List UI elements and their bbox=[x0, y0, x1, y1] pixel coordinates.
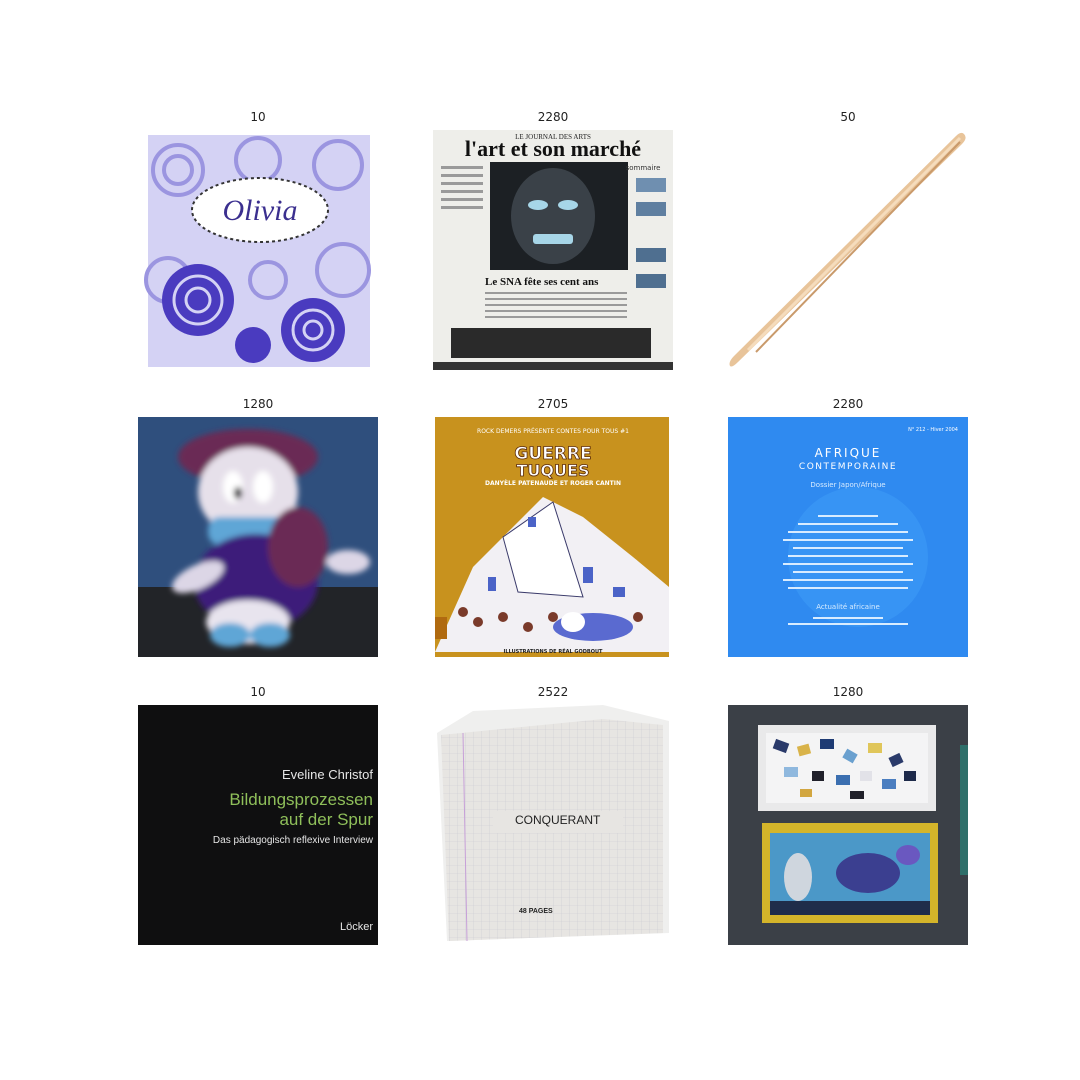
cell-title: 2522 bbox=[537, 685, 569, 699]
book-title-2: auf der Spur bbox=[279, 810, 373, 829]
olivia-cover-text: Olivia bbox=[223, 194, 298, 227]
cell-title: 1280 bbox=[242, 397, 274, 411]
cell-title: 1280 bbox=[832, 685, 864, 699]
journal-section: Actualité africaine bbox=[816, 603, 880, 611]
cell-title: 2280 bbox=[832, 397, 864, 411]
comic-authors: DANYÈLE PATENAUDE ET ROGER CANTIN bbox=[485, 479, 621, 487]
book-title-1: Bildungsprozessen bbox=[229, 790, 373, 809]
plush-duck-toy-image bbox=[138, 417, 378, 657]
grid-notebook-image: CONQUERANT 48 PAGES bbox=[433, 705, 673, 945]
grid-cell-9: 1280 bbox=[728, 685, 968, 945]
book-publisher: Löcker bbox=[340, 921, 373, 933]
notebook-pages: 48 PAGES bbox=[519, 908, 553, 915]
grid-cell-6: 2280 N° 212 - Hiver 2004 AFRIQUE CONTEMP… bbox=[728, 397, 968, 657]
grid-cell-2: 2280 LE JOURNAL DES ARTS l'art et son ma… bbox=[433, 110, 673, 370]
grid-cell-7: 10 Eveline Christof Bildungsprozessen au… bbox=[138, 685, 378, 945]
journal-issue: N° 212 - Hiver 2004 bbox=[908, 427, 958, 433]
comic-top-line: ROCK DEMERS PRÉSENTE CONTES POUR TOUS #1 bbox=[477, 427, 629, 435]
cell-title: 2705 bbox=[537, 397, 569, 411]
journal-subtitle: Dossier Japon/Afrique bbox=[810, 481, 885, 489]
masthead: l'art et son marché bbox=[465, 136, 641, 161]
cell-title: 2280 bbox=[537, 110, 569, 124]
grid-cell-4: 1280 bbox=[138, 397, 378, 657]
grid-cell-5: 2705 ROCK DEMERS PRÉSENTE CONTES POUR TO… bbox=[433, 397, 673, 657]
comic-title-line2: TUQUES bbox=[517, 461, 590, 480]
jigsaw-puzzle-box-image bbox=[728, 705, 968, 945]
comic-illustrator: ILLUSTRATIONS DE RÉAL GODBOUT bbox=[504, 647, 604, 655]
cell-title: 50 bbox=[840, 110, 856, 124]
journal-title-1: AFRIQUE bbox=[815, 446, 882, 460]
grid-cell-1: 10 Olivia bbox=[138, 110, 378, 370]
comic-book-cover-image: ROCK DEMERS PRÉSENTE CONTES POUR TOUS #1… bbox=[433, 417, 673, 657]
grid-cell-3: 50 bbox=[728, 110, 968, 370]
wooden-stylus-image bbox=[728, 130, 968, 370]
book-cover-black-image: Eveline Christof Bildungsprozessen auf d… bbox=[138, 705, 378, 945]
grid-cell-8: 2522 CONQUERANT 48 PAGES bbox=[433, 685, 673, 945]
notebook-brand: CONQUERANT bbox=[515, 813, 601, 827]
headline: Le SNA fête ses cent ans bbox=[485, 276, 599, 288]
newspaper-front-page-image: LE JOURNAL DES ARTS l'art et son marché … bbox=[433, 130, 673, 370]
book-author: Eveline Christof bbox=[282, 767, 373, 782]
olivia-floral-notebook-image: Olivia bbox=[138, 130, 378, 370]
cell-title: 10 bbox=[250, 685, 266, 699]
sidebar-heading: sommaire bbox=[626, 164, 661, 172]
journal-title-2: CONTEMPORAINE bbox=[799, 462, 897, 472]
journal-cover-blue-image: N° 212 - Hiver 2004 AFRIQUE CONTEMPORAIN… bbox=[728, 417, 968, 657]
cell-title: 10 bbox=[250, 110, 266, 124]
book-subtitle: Das pädagogisch reflexive Interview bbox=[213, 835, 374, 846]
